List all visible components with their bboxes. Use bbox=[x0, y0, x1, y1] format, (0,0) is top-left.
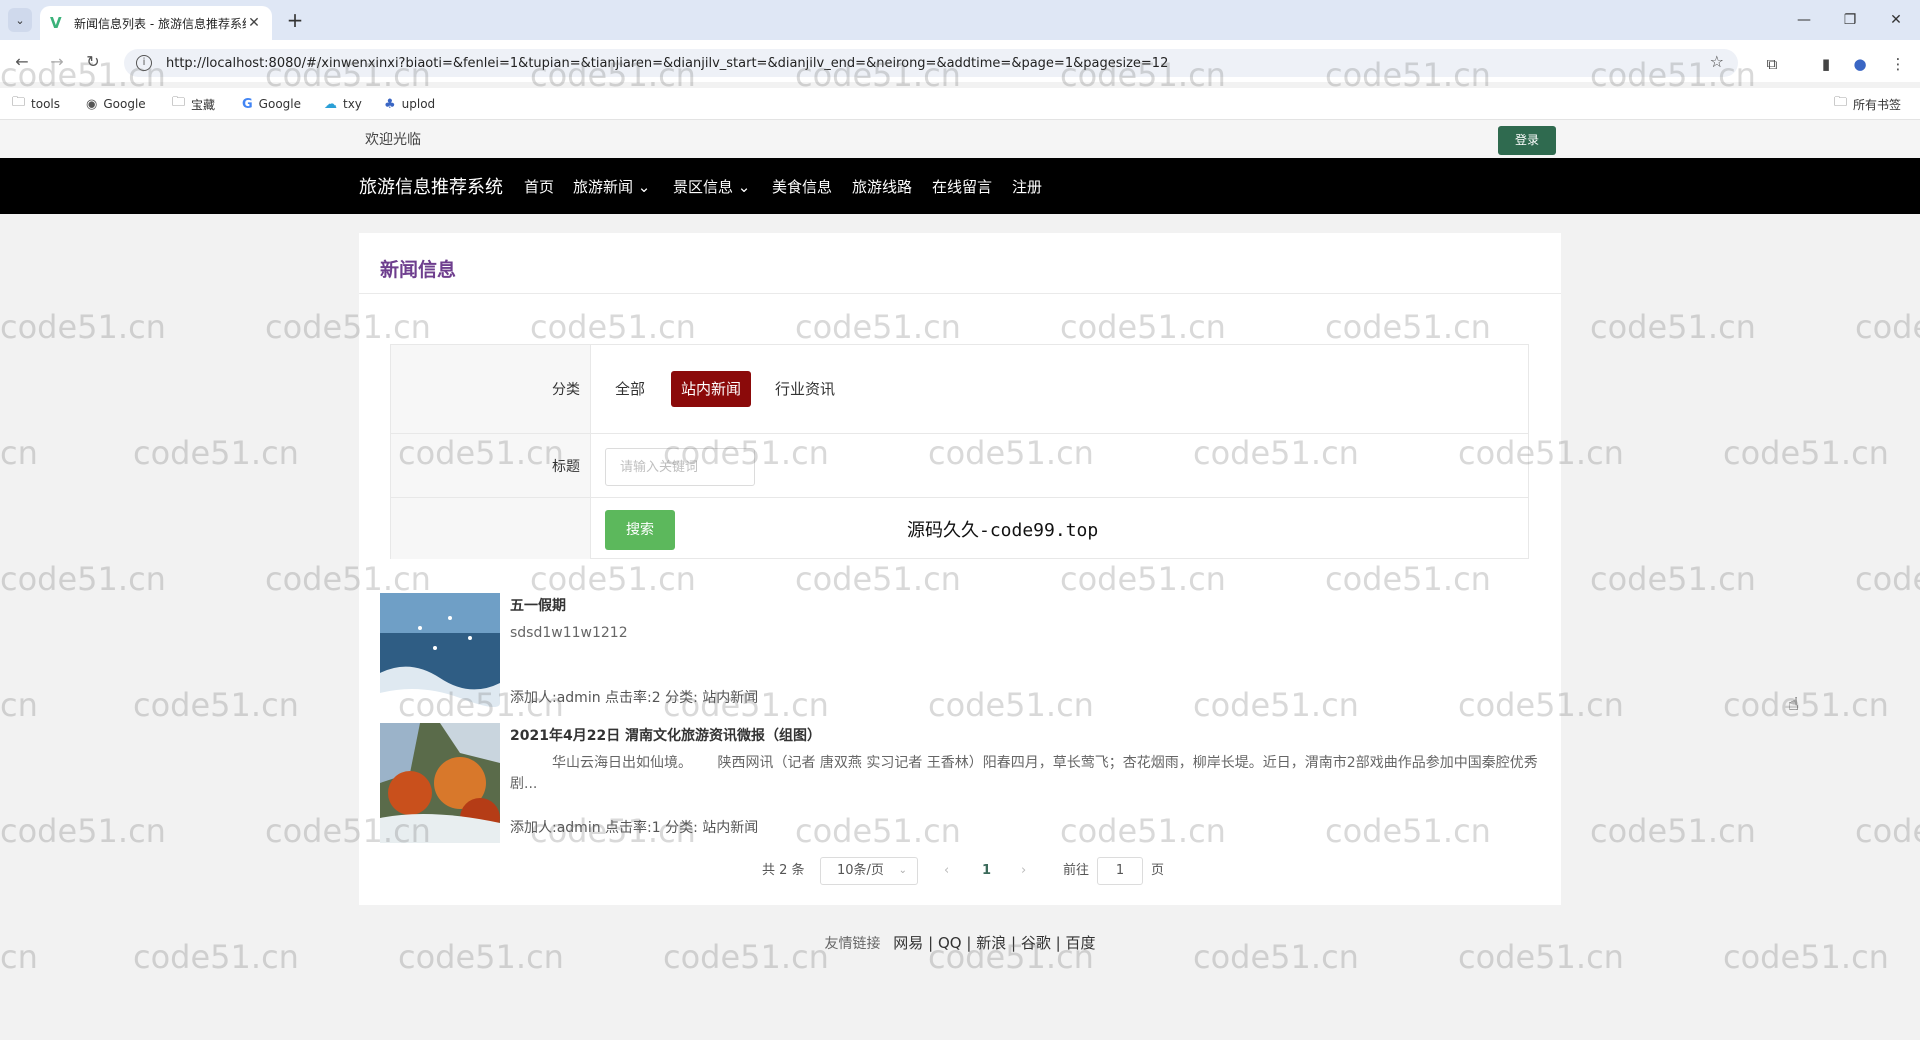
browser-tabbar: ⌄ V 新闻信息列表 - 旅游信息推荐系统 ✕ + — ❐ ✕ bbox=[0, 0, 1920, 40]
reload-icon[interactable]: ↻ bbox=[80, 49, 106, 75]
page-number-current[interactable]: 1 bbox=[982, 857, 991, 885]
nav-travel-routes[interactable]: 旅游线路 bbox=[852, 176, 912, 197]
nav-scenic-info[interactable]: 景区信息 ⌄ bbox=[673, 176, 750, 197]
top-strip: 欢迎光临 登录 bbox=[0, 120, 1920, 158]
next-page-icon[interactable]: › bbox=[1021, 857, 1026, 885]
total-count: 共 2 条 bbox=[762, 863, 805, 878]
nav-food-info[interactable]: 美食信息 bbox=[772, 176, 832, 197]
bookmark-google-1[interactable]: ◉ Google bbox=[86, 93, 146, 115]
news-title[interactable]: 五一假期 bbox=[510, 595, 566, 615]
news-card: 新闻信息 分类 全部 站内新闻 行业资讯 标题 搜索 源码久久-code99.t… bbox=[359, 233, 1561, 905]
category-row: 分类 全部 站内新闻 行业资讯 bbox=[391, 345, 1528, 434]
page-title: 新闻信息 bbox=[380, 259, 457, 281]
all-bookmarks[interactable]: 🗀 所有书签 bbox=[1834, 93, 1901, 115]
tab-search-icon[interactable]: ⌄ bbox=[8, 8, 32, 32]
footer-link-google[interactable]: 谷歌 bbox=[1021, 934, 1051, 952]
news-meta: 添加人:admin 点击率:2 分类: 站内新闻 bbox=[510, 690, 759, 706]
page-size-select[interactable]: 10条/页 ⌄ bbox=[820, 857, 918, 885]
forward-icon[interactable]: → bbox=[44, 49, 70, 75]
profile-icon[interactable]: ● bbox=[1848, 52, 1872, 76]
footer-link-sina[interactable]: 新浪 bbox=[976, 934, 1006, 952]
close-tab-icon[interactable]: ✕ bbox=[246, 15, 262, 31]
side-panel-icon[interactable]: ▮ bbox=[1814, 52, 1838, 76]
category-label: 分类 bbox=[391, 345, 591, 433]
site-info-icon[interactable]: i bbox=[136, 55, 152, 71]
news-thumbnail[interactable] bbox=[380, 723, 500, 843]
filter-form: 分类 全部 站内新闻 行业资讯 标题 搜索 源码久久-code99.top bbox=[390, 344, 1529, 559]
footer-sep: | bbox=[928, 934, 934, 952]
google-icon: G bbox=[242, 96, 253, 112]
empty-label bbox=[391, 498, 591, 559]
search-button[interactable]: 搜索 bbox=[605, 510, 675, 550]
category-industry[interactable]: 行业资讯 bbox=[765, 371, 845, 407]
footer-sep: | bbox=[966, 934, 972, 952]
minimize-icon[interactable]: — bbox=[1786, 6, 1822, 34]
goto-suffix: 页 bbox=[1151, 863, 1165, 878]
footer-sep: | bbox=[1010, 934, 1017, 952]
title-row: 标题 bbox=[391, 434, 1528, 498]
chevron-down-icon: ⌄ bbox=[898, 865, 907, 876]
folder-icon: 🗀 bbox=[1834, 95, 1848, 110]
address-bar[interactable]: i http://localhost:8080/#/xinwenxinxi?bi… bbox=[124, 49, 1738, 77]
extensions-icon[interactable]: ⧉ bbox=[1760, 52, 1784, 76]
hand-cursor-icon: ☝ bbox=[1788, 694, 1799, 715]
bookmark-tools[interactable]: 🗀 tools bbox=[12, 93, 60, 115]
folder-icon: 🗀 bbox=[12, 95, 26, 110]
globe-icon: ◉ bbox=[86, 96, 98, 112]
bookmark-uplod[interactable]: ♣ uplod bbox=[384, 93, 435, 115]
menu-kebab-icon[interactable]: ⋮ bbox=[1886, 52, 1910, 76]
cloud-icon: ☁ bbox=[324, 96, 337, 112]
folder-icon: 🗀 bbox=[172, 95, 186, 110]
back-icon[interactable]: ← bbox=[9, 49, 35, 75]
bookmark-star-icon[interactable]: ☆ bbox=[1710, 52, 1724, 71]
browser-tab[interactable]: V 新闻信息列表 - 旅游信息推荐系统 ✕ bbox=[40, 6, 272, 40]
bookmark-google-2[interactable]: G Google bbox=[242, 93, 301, 115]
chevron-down-icon: ⌄ bbox=[737, 178, 751, 196]
news-summary: 华山云海日出如仙境。 陕西网讯（记者 唐双燕 实习记者 王香林）阳春四月，草长莺… bbox=[510, 755, 1538, 792]
title-label: 标题 bbox=[391, 434, 591, 497]
login-button[interactable]: 登录 bbox=[1498, 126, 1556, 155]
vue-favicon-icon: V bbox=[50, 14, 62, 32]
page: 欢迎光临 登录 旅游信息推荐系统 首页 旅游新闻 ⌄ 景区信息 ⌄ 美食信息 旅… bbox=[0, 120, 1920, 1040]
news-title[interactable]: 2021年4月22日 渭南文化旅游资讯微报（组图） bbox=[510, 725, 821, 745]
footer-link-netease[interactable]: 网易 bbox=[893, 934, 923, 952]
search-row: 搜索 源码久久-code99.top bbox=[391, 498, 1528, 559]
category-site-news[interactable]: 站内新闻 bbox=[671, 371, 752, 407]
uplod-icon: ♣ bbox=[384, 96, 396, 112]
news-thumbnail[interactable] bbox=[380, 593, 500, 713]
tab-title: 新闻信息列表 - 旅游信息推荐系统 bbox=[74, 16, 246, 31]
bookmarks-bar: 🗀 tools ◉ Google 🗀 宝藏 G Google ☁ txy ♣ uplod 🗀… bbox=[0, 88, 1920, 120]
keyword-input[interactable] bbox=[605, 448, 755, 486]
news-meta: 添加人:admin 点击率:1 分类: 站内新闻 bbox=[510, 820, 759, 836]
list-item[interactable]: 五一假期 sdsd1w11w1212 添加人:admin 点击率:2 分类: 站… bbox=[380, 593, 1540, 713]
pagination: 共 2 条 10条/页 ⌄ ‹ 1 › 前往 1 页 bbox=[359, 857, 1561, 885]
bookmark-baozang[interactable]: 🗀 宝藏 bbox=[172, 93, 215, 115]
news-summary: sdsd1w11w1212 bbox=[510, 625, 628, 641]
footer-sep: | bbox=[1055, 934, 1061, 952]
footer-links: 友情链接 网易 | QQ | 新浪 | 谷歌 | 百度 bbox=[0, 932, 1920, 953]
welcome-text: 欢迎光临 bbox=[365, 132, 421, 148]
main-nav: 旅游信息推荐系统 首页 旅游新闻 ⌄ 景区信息 ⌄ 美食信息 旅游线路 在线留言… bbox=[0, 158, 1920, 214]
url-text: http://localhost:8080/#/xinwenxinxi?biao… bbox=[166, 55, 1169, 71]
prev-page-icon[interactable]: ‹ bbox=[944, 857, 949, 885]
goto-prefix: 前往 bbox=[1063, 863, 1090, 878]
new-tab-icon[interactable]: + bbox=[282, 8, 308, 34]
footer-label: 友情链接 bbox=[824, 936, 881, 952]
nav-register[interactable]: 注册 bbox=[1012, 176, 1042, 197]
category-all[interactable]: 全部 bbox=[605, 371, 655, 407]
goto-page-input[interactable]: 1 bbox=[1097, 857, 1143, 885]
site-brand[interactable]: 旅游信息推荐系统 bbox=[359, 173, 503, 199]
divider bbox=[359, 293, 1561, 294]
overlay-text: 源码久久-code99.top bbox=[907, 520, 1099, 541]
nav-messages[interactable]: 在线留言 bbox=[932, 176, 992, 197]
chevron-down-icon: ⌄ bbox=[637, 178, 651, 196]
nav-travel-news[interactable]: 旅游新闻 ⌄ bbox=[573, 176, 650, 197]
list-item[interactable]: 2021年4月22日 渭南文化旅游资讯微报（组图） 华山云海日出如仙境。 陕西网… bbox=[380, 723, 1540, 843]
close-window-icon[interactable]: ✕ bbox=[1878, 6, 1914, 34]
bookmark-txy[interactable]: ☁ txy bbox=[324, 93, 362, 115]
footer-link-baidu[interactable]: 百度 bbox=[1065, 934, 1095, 952]
nav-home[interactable]: 首页 bbox=[524, 176, 554, 197]
restore-icon[interactable]: ❐ bbox=[1832, 6, 1868, 34]
footer-link-qq[interactable]: QQ bbox=[938, 934, 962, 952]
